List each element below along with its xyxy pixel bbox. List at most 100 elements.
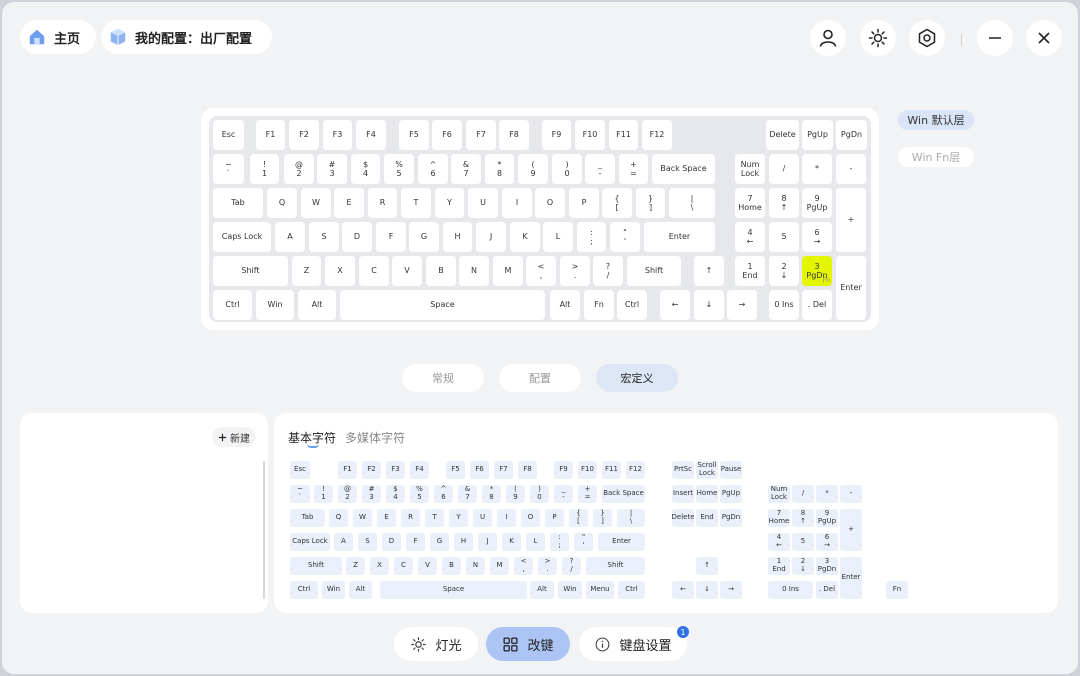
kb-key-5-66[interactable]: 5 — [769, 222, 799, 252]
macro-key-caps-lock-58[interactable]: Caps Lock — [290, 533, 330, 551]
kb-key-sym-16[interactable]: ~ ` — [213, 154, 244, 184]
kb-key-i-42[interactable]: I — [502, 188, 532, 218]
kb-key-fn-90[interactable]: Fn — [584, 290, 614, 320]
macro-key-sym-83[interactable]: >. — [538, 557, 557, 575]
macro-key-sym-86[interactable]: ↑ — [696, 557, 718, 575]
kb-key-shift-79[interactable]: Shift — [627, 256, 681, 286]
macro-key-1-17[interactable]: ! 1 — [314, 485, 333, 503]
kb-key-enter-64[interactable]: Enter — [644, 222, 715, 252]
macro-key-delete-51[interactable]: Delete — [672, 509, 694, 527]
macro-key-4-71[interactable]: 4 ← — [768, 533, 790, 551]
macro-key-f8-8[interactable]: F8 — [518, 461, 537, 479]
kb-key-sym-62[interactable]: :; — [577, 222, 606, 252]
macro-key-8-24[interactable]: * 8 — [482, 485, 501, 503]
kb-key-sym-63[interactable]: " ' — [610, 222, 640, 252]
macro-key-m-81[interactable]: M — [490, 557, 509, 575]
kb-key-4-20[interactable]: $4 — [351, 154, 380, 184]
macro-key-b-79[interactable]: B — [442, 557, 461, 575]
kb-key-u-41[interactable]: U — [468, 188, 498, 218]
light-button[interactable]: 灯光 — [394, 627, 478, 661]
macro-key-tab-37[interactable]: Tab — [290, 509, 325, 527]
kb-key-win-86[interactable]: Win — [256, 290, 294, 320]
kb-key-shift-68[interactable]: Shift — [213, 256, 288, 286]
kb-key-num-lock-30[interactable]: Num Lock — [735, 154, 765, 184]
macro-key-menu-97[interactable]: Menu — [586, 581, 614, 599]
macro-key-z-75[interactable]: Z — [346, 557, 365, 575]
kb-key-r-38[interactable]: R — [368, 188, 397, 218]
kb-key-o-43[interactable]: O — [535, 188, 565, 218]
macro-key-4-20[interactable]: $4 — [386, 485, 405, 503]
macro-key-2-88[interactable]: 2 ↓ — [792, 557, 814, 575]
kb-key-sym-45[interactable]: {[ — [602, 188, 632, 218]
macro-key-9-pgup-56[interactable]: 9 PgUp — [816, 509, 838, 527]
macro-key-f10-10[interactable]: F10 — [578, 461, 597, 479]
kb-key-alt-89[interactable]: Alt — [550, 290, 580, 320]
macro-key-e-40[interactable]: E — [377, 509, 396, 527]
kb-key-p-44[interactable]: P — [569, 188, 599, 218]
kb-key-del-96[interactable]: . Del — [802, 290, 832, 320]
kb-key-m-75[interactable]: M — [493, 256, 523, 286]
theme-button[interactable] — [860, 20, 896, 56]
device-settings-button[interactable] — [909, 20, 945, 56]
kb-key-0-ins-95[interactable]: 0 Ins — [769, 290, 799, 320]
macro-key-2-18[interactable]: @2 — [338, 485, 357, 503]
macro-key-k-66[interactable]: K — [502, 533, 521, 551]
kb-key-s-54[interactable]: S — [309, 222, 339, 252]
kb-key-f2-2[interactable]: F2 — [289, 120, 319, 150]
kb-key-f-56[interactable]: F — [376, 222, 406, 252]
macro-key-h-64[interactable]: H — [454, 533, 473, 551]
macro-key-esc-0[interactable]: Esc — [290, 461, 310, 479]
kb-key-sym-92[interactable]: ← — [660, 290, 690, 320]
macro-key-scroll-lock-14[interactable]: Scroll Lock — [696, 461, 718, 479]
kb-key-c-71[interactable]: C — [359, 256, 389, 286]
macro-key-t-42[interactable]: T — [425, 509, 444, 527]
kb-key-w-36[interactable]: W — [301, 188, 331, 218]
kb-key-f4-4[interactable]: F4 — [356, 120, 386, 150]
kb-key-ctrl-85[interactable]: Ctrl — [213, 290, 252, 320]
macro-key-alt-93[interactable]: Alt — [349, 581, 372, 599]
kb-key-3-pgdn-83[interactable]: 3 PgDn Fn — [802, 256, 832, 286]
macro-key-sym-69[interactable]: " ' — [574, 533, 593, 551]
macro-key-p-47[interactable]: P — [545, 509, 564, 527]
config-button[interactable]: 我的配置：出厂配置 — [101, 20, 272, 54]
macro-key-f6-6[interactable]: F6 — [470, 461, 489, 479]
remap-button[interactable]: 改键 — [486, 627, 570, 661]
kb-key-5-21[interactable]: % 5 — [384, 154, 414, 184]
macro-key-f7-7[interactable]: F7 — [494, 461, 513, 479]
macro-key-f-62[interactable]: F — [406, 533, 425, 551]
macro-key-7-23[interactable]: & 7 — [458, 485, 477, 503]
macro-key-insert-30[interactable]: Insert — [672, 485, 694, 503]
kb-key-0-26[interactable]: ) 0 — [552, 154, 582, 184]
macro-key-y-43[interactable]: Y — [449, 509, 468, 527]
macro-key-i-45[interactable]: I — [497, 509, 516, 527]
macro-key-f12-12[interactable]: F12 — [626, 461, 645, 479]
macro-key-u-44[interactable]: U — [473, 509, 492, 527]
kb-key-b-73[interactable]: B — [426, 256, 456, 286]
macro-key-pause-15[interactable]: Pause — [720, 461, 742, 479]
kb-key-f8-8[interactable]: F8 — [499, 120, 529, 150]
layer-fn-button[interactable]: Win Fn层 — [898, 147, 974, 167]
macro-key-sym-28[interactable]: + = — [578, 485, 597, 503]
macro-key-r-41[interactable]: R — [401, 509, 420, 527]
macro-key-o-46[interactable]: O — [521, 509, 540, 527]
kb-key-6-67[interactable]: 6 → — [802, 222, 832, 252]
kb-key-sym-78[interactable]: ? / — [593, 256, 623, 286]
close-button[interactable] — [1026, 20, 1062, 56]
kb-key-1-end-81[interactable]: 1 End — [735, 256, 765, 286]
macro-key-shift-85[interactable]: Shift — [586, 557, 645, 575]
macro-key-6-22[interactable]: ^ 6 — [434, 485, 453, 503]
kb-key-4-65[interactable]: 4 ← — [735, 222, 765, 252]
macro-key-sym-84[interactable]: ? / — [562, 557, 581, 575]
macro-key-8-55[interactable]: 8 ↑ — [792, 509, 814, 527]
kb-key-esc-0[interactable]: Esc — [213, 120, 244, 150]
macro-key-alt-95[interactable]: Alt — [530, 581, 554, 599]
kb-key-f6-6[interactable]: F6 — [432, 120, 462, 150]
macro-key-fn-104[interactable]: Fn — [886, 581, 908, 599]
kb-key-sym-31[interactable]: / — [769, 154, 799, 184]
macro-key-5-72[interactable]: 5 — [792, 533, 814, 551]
kb-key-q-35[interactable]: Q — [267, 188, 297, 218]
account-button[interactable] — [810, 20, 846, 56]
macro-key-sym-34[interactable]: / — [792, 485, 814, 503]
macro-key-pgup-32[interactable]: PgUp — [720, 485, 742, 503]
macro-key-x-76[interactable]: X — [370, 557, 389, 575]
